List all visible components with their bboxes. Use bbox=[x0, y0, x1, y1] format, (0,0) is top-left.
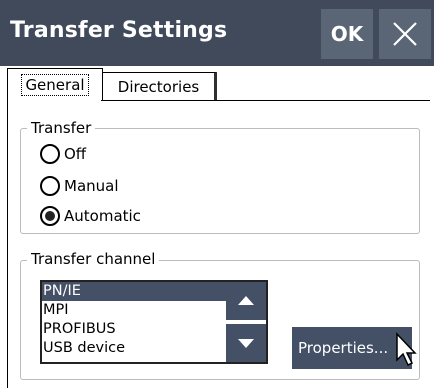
transfer-group-legend: Transfer bbox=[27, 119, 96, 137]
tab-divider bbox=[101, 100, 430, 101]
properties-button-label: Properties... bbox=[298, 339, 389, 357]
title-bar: Transfer Settings OK bbox=[0, 0, 434, 66]
properties-button[interactable]: Properties... bbox=[292, 327, 412, 369]
tab-general-label: General bbox=[21, 74, 89, 96]
radio-off-label: Off bbox=[64, 145, 87, 163]
tab-general[interactable]: General bbox=[7, 68, 103, 101]
window-title: Transfer Settings bbox=[10, 18, 228, 43]
radio-automatic-label: Automatic bbox=[64, 207, 141, 225]
panel-border bbox=[7, 100, 8, 388]
radio-off[interactable]: Off bbox=[40, 144, 86, 164]
radio-off-circle[interactable] bbox=[40, 144, 60, 164]
radio-automatic[interactable]: Automatic bbox=[40, 206, 141, 226]
arrow-up-icon bbox=[238, 296, 254, 305]
mouse-pointer-icon bbox=[396, 332, 417, 367]
arrow-down-icon bbox=[238, 339, 254, 348]
scroll-down-button[interactable] bbox=[226, 324, 266, 362]
tab-directories[interactable]: Directories bbox=[102, 72, 217, 101]
radio-manual-label: Manual bbox=[64, 177, 119, 195]
radio-manual[interactable]: Manual bbox=[40, 176, 119, 196]
transfer-channel-legend: Transfer channel bbox=[27, 250, 160, 268]
radio-manual-circle[interactable] bbox=[40, 176, 60, 196]
close-button[interactable] bbox=[379, 9, 431, 59]
tab-directories-label: Directories bbox=[117, 78, 200, 96]
radio-automatic-circle[interactable] bbox=[40, 206, 60, 226]
radio-selected-dot bbox=[45, 211, 55, 221]
close-icon bbox=[393, 22, 417, 46]
ok-button[interactable]: OK bbox=[321, 9, 373, 59]
scroll-up-button[interactable] bbox=[226, 282, 266, 320]
